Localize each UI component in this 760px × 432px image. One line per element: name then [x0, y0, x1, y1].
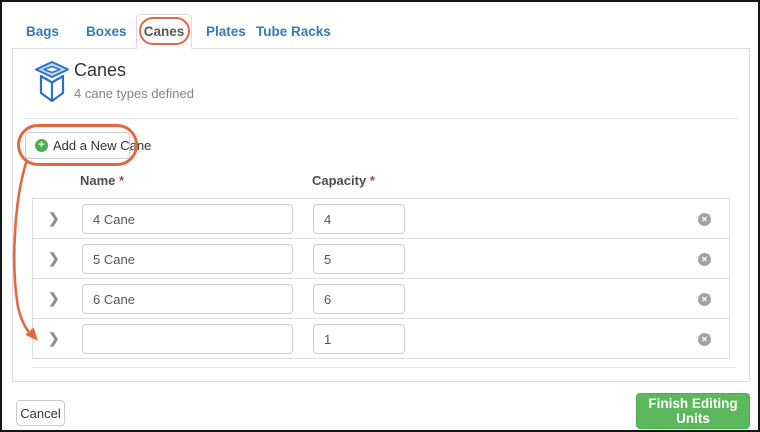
screenshot-frame: Bags Boxes Canes Plates Tube Racks Canes…: [0, 0, 760, 432]
table-row-4: ❯ ✕: [32, 318, 730, 359]
capacity-input[interactable]: [313, 244, 405, 274]
remove-row-icon[interactable]: ✕: [698, 293, 711, 306]
open-box-icon: [33, 60, 71, 109]
column-header-capacity-label: Capacity: [312, 173, 367, 188]
page-subtitle: 4 cane types defined: [74, 86, 194, 101]
required-asterisk: *: [369, 173, 375, 188]
capacity-input[interactable]: [313, 324, 405, 354]
tab-boxes[interactable]: Boxes: [86, 24, 127, 39]
tab-bags[interactable]: Bags: [26, 24, 59, 39]
page-title: Canes: [74, 60, 127, 80]
name-input[interactable]: [82, 204, 293, 234]
required-asterisk: *: [119, 173, 125, 188]
name-input[interactable]: [82, 244, 293, 274]
plus-circle-icon: +: [35, 139, 48, 152]
finish-editing-units-button[interactable]: Finish Editing Units: [636, 393, 750, 429]
tab-canes[interactable]: Canes: [136, 14, 192, 49]
cancel-button[interactable]: Cancel: [16, 400, 65, 426]
chevron-right-icon[interactable]: ❯: [48, 250, 70, 267]
tab-tube-racks[interactable]: Tube Racks: [256, 24, 331, 39]
unit-rows-container: ❯ ✕ ❯ ✕ ❯ ✕ ❯ ✕: [32, 198, 730, 359]
table-row-1: ❯ ✕: [32, 198, 730, 239]
column-header-capacity: Capacity *: [312, 173, 375, 188]
name-input[interactable]: [82, 284, 293, 314]
remove-row-icon[interactable]: ✕: [698, 333, 711, 346]
table-row-3: ❯ ✕: [32, 278, 730, 319]
capacity-input[interactable]: [313, 204, 405, 234]
remove-row-icon[interactable]: ✕: [698, 213, 711, 226]
add-new-cane-button[interactable]: + Add a New Cane: [25, 132, 151, 159]
chevron-right-icon[interactable]: ❯: [48, 210, 70, 227]
name-input[interactable]: [82, 324, 293, 354]
column-header-name: Name *: [80, 173, 124, 188]
capacity-input[interactable]: [313, 284, 405, 314]
add-new-cane-label: Add a New Cane: [53, 138, 152, 153]
rows-wrapper-border: [32, 367, 736, 368]
header-divider: [24, 118, 738, 119]
chevron-right-icon[interactable]: ❯: [48, 290, 70, 307]
column-header-name-label: Name: [80, 173, 116, 188]
remove-row-icon[interactable]: ✕: [698, 253, 711, 266]
chevron-right-icon[interactable]: ❯: [48, 330, 70, 347]
table-row-2: ❯ ✕: [32, 238, 730, 279]
tab-plates[interactable]: Plates: [206, 24, 246, 39]
